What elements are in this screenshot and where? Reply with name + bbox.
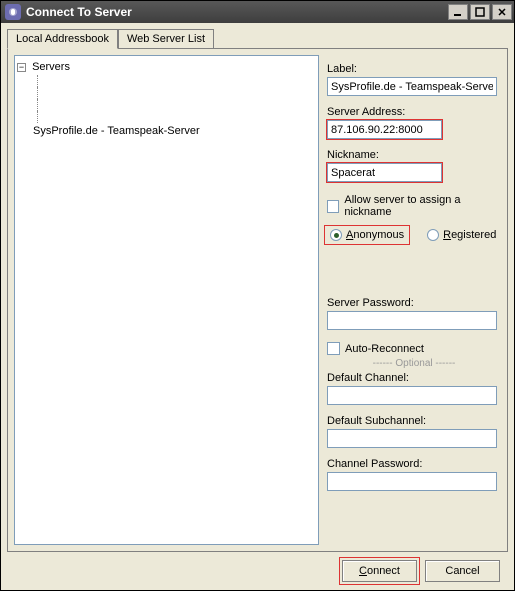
nickname-caption: Nickname:	[327, 149, 501, 161]
connection-form: Label: Server Address: Nickname: Allow s…	[319, 55, 501, 545]
default-channel-caption: Default Channel:	[327, 372, 501, 384]
radio-icon[interactable]	[330, 229, 342, 241]
registered-label: Registered	[443, 229, 496, 241]
anonymous-label: Anonymous	[346, 229, 404, 241]
server-tree[interactable]: − Servers SysProfile.de - Teamspeak-Serv…	[14, 55, 319, 545]
tree-item-label: SysProfile.de - Teamspeak-Server	[33, 125, 200, 137]
button-row: Connect Cancel	[7, 552, 508, 582]
server-address-input[interactable]	[327, 120, 442, 139]
registered-option[interactable]: Registered	[427, 229, 496, 241]
checkbox-icon[interactable]	[327, 200, 339, 213]
allow-assign-row[interactable]: Allow server to assign a nickname	[327, 194, 501, 218]
cancel-button[interactable]: Cancel	[425, 560, 500, 582]
connect-button[interactable]: Connect	[342, 560, 417, 582]
address-caption: Server Address:	[327, 106, 501, 118]
auto-reconnect-row[interactable]: Auto-Reconnect	[327, 342, 501, 355]
titlebar[interactable]: Connect To Server	[1, 1, 514, 23]
default-subchannel-caption: Default Subchannel:	[327, 415, 501, 427]
window-frame: Connect To Server Local Addressbook Web …	[0, 0, 515, 591]
default-channel-input[interactable]	[327, 386, 497, 405]
default-subchannel-input[interactable]	[327, 429, 497, 448]
tree-root[interactable]: − Servers	[17, 59, 316, 75]
label-caption: Label:	[327, 63, 501, 75]
channel-password-input[interactable]	[327, 472, 497, 491]
tabstrip: Local Addressbook Web Server List	[7, 29, 508, 49]
content-panel: − Servers SysProfile.de - Teamspeak-Serv…	[7, 48, 508, 552]
anonymous-option[interactable]: Anonymous	[327, 228, 407, 242]
radio-icon[interactable]	[427, 229, 439, 241]
auto-reconnect-label: Auto-Reconnect	[345, 343, 424, 355]
checkbox-icon[interactable]	[327, 342, 340, 355]
label-input[interactable]	[327, 77, 497, 96]
server-password-input[interactable]	[327, 311, 497, 330]
minimize-button[interactable]	[448, 4, 468, 20]
app-icon	[5, 4, 21, 20]
close-button[interactable]	[492, 4, 512, 20]
window-title: Connect To Server	[26, 5, 132, 19]
tab-web-server-list[interactable]: Web Server List	[118, 29, 214, 49]
tree-item[interactable]: SysProfile.de - Teamspeak-Server	[33, 123, 316, 139]
tab-local-addressbook[interactable]: Local Addressbook	[7, 29, 118, 49]
server-pw-caption: Server Password:	[327, 297, 501, 309]
client-area: Local Addressbook Web Server List − Serv…	[1, 23, 514, 590]
tree-root-label: Servers	[32, 61, 70, 73]
channel-pw-caption: Channel Password:	[327, 458, 501, 470]
nickname-input[interactable]	[327, 163, 442, 182]
optional-divider: ------ Optional ------	[327, 358, 501, 369]
allow-assign-label: Allow server to assign a nickname	[344, 194, 501, 218]
maximize-button[interactable]	[470, 4, 490, 20]
collapse-icon[interactable]: −	[17, 63, 26, 72]
